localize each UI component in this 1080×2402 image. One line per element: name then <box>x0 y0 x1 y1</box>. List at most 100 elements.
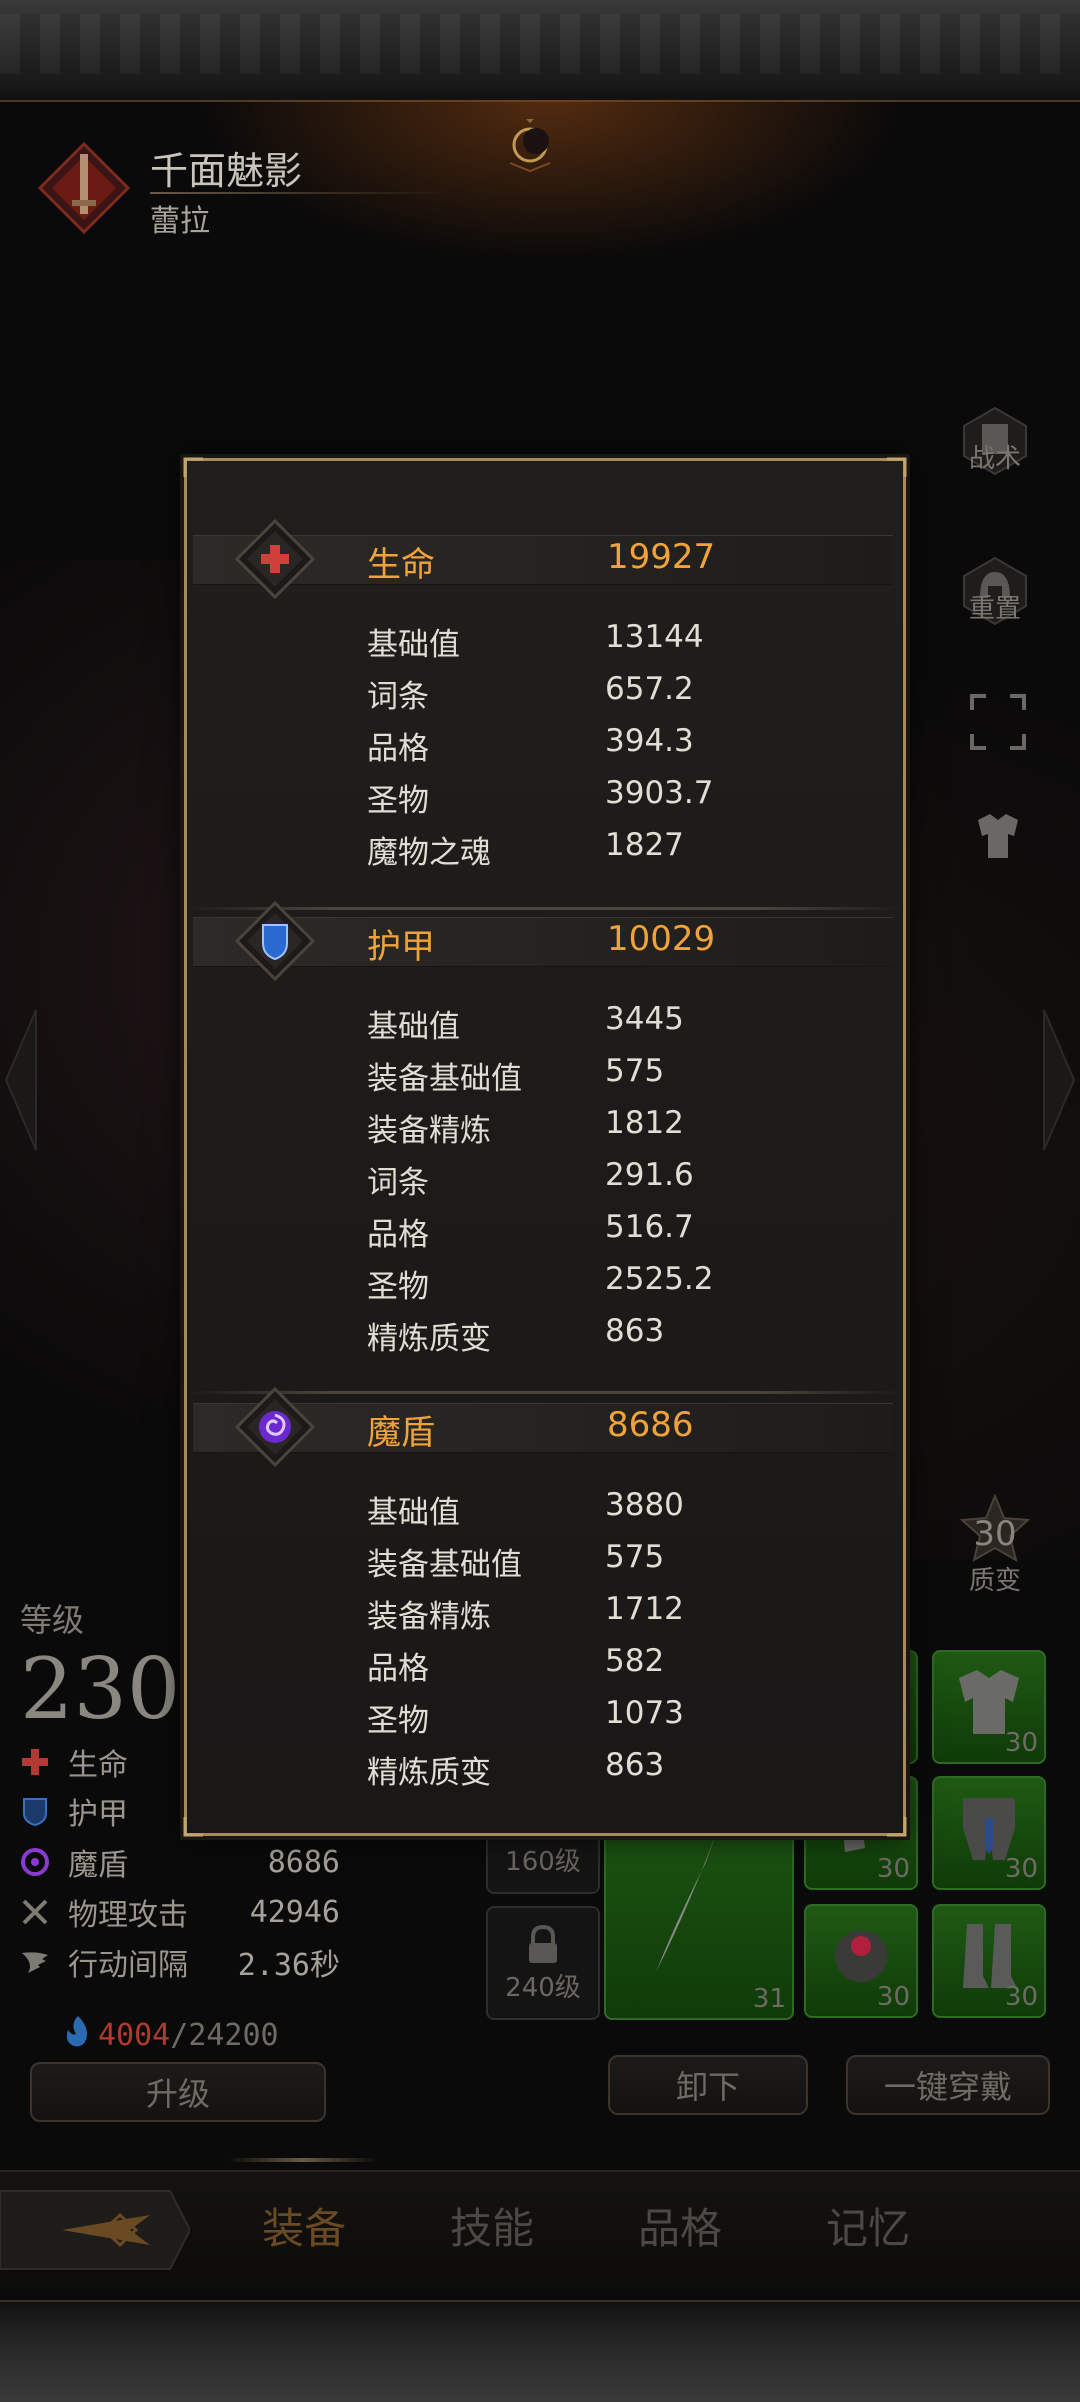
row-label: 品格 <box>367 1651 429 1687</box>
quality-change-label: 质变 <box>968 1565 1021 1596</box>
stat-magic-shield: 魔盾 8686 <box>20 1840 340 1884</box>
gear-slot[interactable]: 30 <box>804 1904 918 2018</box>
gear-slot[interactable]: 30 <box>932 1650 1046 1764</box>
row-label: 基础值 <box>367 1495 460 1531</box>
top-frame <box>0 0 1080 102</box>
row-value: 1827 <box>605 827 684 863</box>
upgrade-button[interactable]: 升级 <box>30 2062 326 2122</box>
exp-max: 24200 <box>188 2018 279 2053</box>
lock-icon <box>529 1924 557 1963</box>
locked-slot[interactable]: 240级 <box>486 1906 600 2020</box>
row-label: 精炼质变 <box>367 1755 491 1791</box>
row-label: 品格 <box>367 731 429 767</box>
tab-skills[interactable]: 技能 <box>450 2195 534 2256</box>
row-label: 装备基础值 <box>367 1061 522 1097</box>
moon-emblem-icon <box>509 119 551 173</box>
row-label: 圣物 <box>367 783 429 819</box>
section-total: 10029 <box>607 919 716 959</box>
row-label: 词条 <box>367 1165 429 1201</box>
row-label: 基础值 <box>367 627 460 663</box>
hero-name: 千面魅影 <box>150 149 303 193</box>
row-value: 13144 <box>605 619 704 655</box>
reset-label: 重置 <box>968 593 1021 624</box>
gear-slot[interactable]: 30 <box>932 1904 1046 2018</box>
stat-value: 42946 <box>249 1894 340 1930</box>
level-label: 等级 <box>20 1601 85 1639</box>
health-cross-icon <box>22 1749 48 1775</box>
section-total: 19927 <box>607 537 716 577</box>
left-arrow-icon[interactable] <box>0 1000 40 1160</box>
fullscreen-icon[interactable] <box>968 692 1028 752</box>
locked-slot-level: 160级 <box>505 1846 581 1877</box>
soul-flame-icon <box>66 2016 87 2047</box>
unequip-button[interactable]: 卸下 <box>608 2055 808 2115</box>
tab-memory[interactable]: 记忆 <box>826 2195 910 2256</box>
row-label: 圣物 <box>367 1703 429 1739</box>
row-label: 基础值 <box>367 1009 460 1045</box>
section-title: 生命 <box>367 545 435 585</box>
row-value: 394.3 <box>605 723 694 759</box>
tactics-button[interactable]: 战术 <box>950 395 1040 485</box>
row-value: 657.2 <box>605 671 694 707</box>
name-underline <box>150 192 450 194</box>
exp-current: 4004 <box>98 2018 171 2053</box>
tab-character[interactable]: 品格 <box>638 2195 722 2256</box>
row-value: 1073 <box>605 1695 684 1731</box>
armor-shield-icon <box>234 900 316 982</box>
hero-subtitle: 蕾拉 <box>150 204 210 239</box>
stat-action-interval: 行动间隔 2.36秒 <box>20 1940 340 1984</box>
stat-label: 护甲 <box>68 1797 128 1832</box>
corner-ornament <box>183 457 203 477</box>
gear-slot[interactable]: 30 <box>932 1776 1046 1890</box>
row-value: 575 <box>605 1053 665 1089</box>
row-value: 863 <box>605 1747 665 1783</box>
exp-counter: 4004/24200 <box>98 2018 279 2053</box>
slot-level: 30 <box>876 1982 910 2012</box>
section-title: 护甲 <box>367 927 435 967</box>
row-label: 圣物 <box>367 1269 429 1305</box>
row-label: 品格 <box>367 1217 429 1253</box>
stat-label: 行动间隔 <box>68 1948 188 1983</box>
right-arrow-icon[interactable] <box>1040 1000 1080 1160</box>
exp-separator: / <box>170 2018 189 2053</box>
section-total: 8686 <box>607 1405 694 1445</box>
quality-change-value: 30 <box>973 1514 1017 1554</box>
armor-shield-icon <box>23 1798 47 1826</box>
magic-shield-icon <box>234 1386 316 1468</box>
row-value: 516.7 <box>605 1209 694 1245</box>
slot-level: 31 <box>752 1984 786 2014</box>
row-label: 装备基础值 <box>367 1547 522 1583</box>
locked-slot-level: 240级 <box>505 1972 581 2003</box>
armor-icon[interactable] <box>968 806 1028 866</box>
row-value: 863 <box>605 1313 665 1349</box>
row-label: 魔物之魂 <box>367 835 491 871</box>
stat-value: 2.36秒 <box>237 1948 340 1983</box>
bottom-frame <box>0 2300 1080 2402</box>
attribute-detail-popup[interactable]: 生命 19927 基础值 13144 词条 657.2 品格 394.3 圣物 … <box>183 457 907 1837</box>
row-value: 582 <box>605 1643 665 1679</box>
stat-value: 8686 <box>267 1844 340 1880</box>
corner-ornament <box>887 1817 907 1837</box>
corner-ornament <box>887 457 907 477</box>
tab-active-indicator <box>228 2158 378 2162</box>
tab-equipment[interactable]: 装备 <box>262 2195 346 2256</box>
row-label: 精炼质变 <box>367 1321 491 1357</box>
slot-level: 30 <box>1004 1982 1038 2012</box>
slot-level: 30 <box>876 1854 910 1884</box>
row-label: 词条 <box>367 679 429 715</box>
back-arrow-icon[interactable] <box>0 2185 190 2275</box>
level-value: 230 <box>20 1640 181 1738</box>
equip-all-button[interactable]: 一键穿戴 <box>846 2055 1050 2115</box>
tactics-label: 战术 <box>968 443 1021 474</box>
stat-label: 物理攻击 <box>68 1898 188 1933</box>
row-label: 装备精炼 <box>367 1113 491 1149</box>
slot-level: 30 <box>1004 1728 1038 1758</box>
row-label: 装备精炼 <box>367 1599 491 1635</box>
crossed-swords-icon <box>22 1899 48 1925</box>
slot-level: 30 <box>1004 1854 1038 1884</box>
row-value: 1712 <box>605 1591 684 1627</box>
reset-button[interactable]: 重置 <box>950 545 1040 635</box>
row-value: 291.6 <box>605 1157 694 1193</box>
row-value: 3903.7 <box>605 775 714 811</box>
quality-change-button[interactable]: 30 质变 <box>950 1490 1040 1600</box>
